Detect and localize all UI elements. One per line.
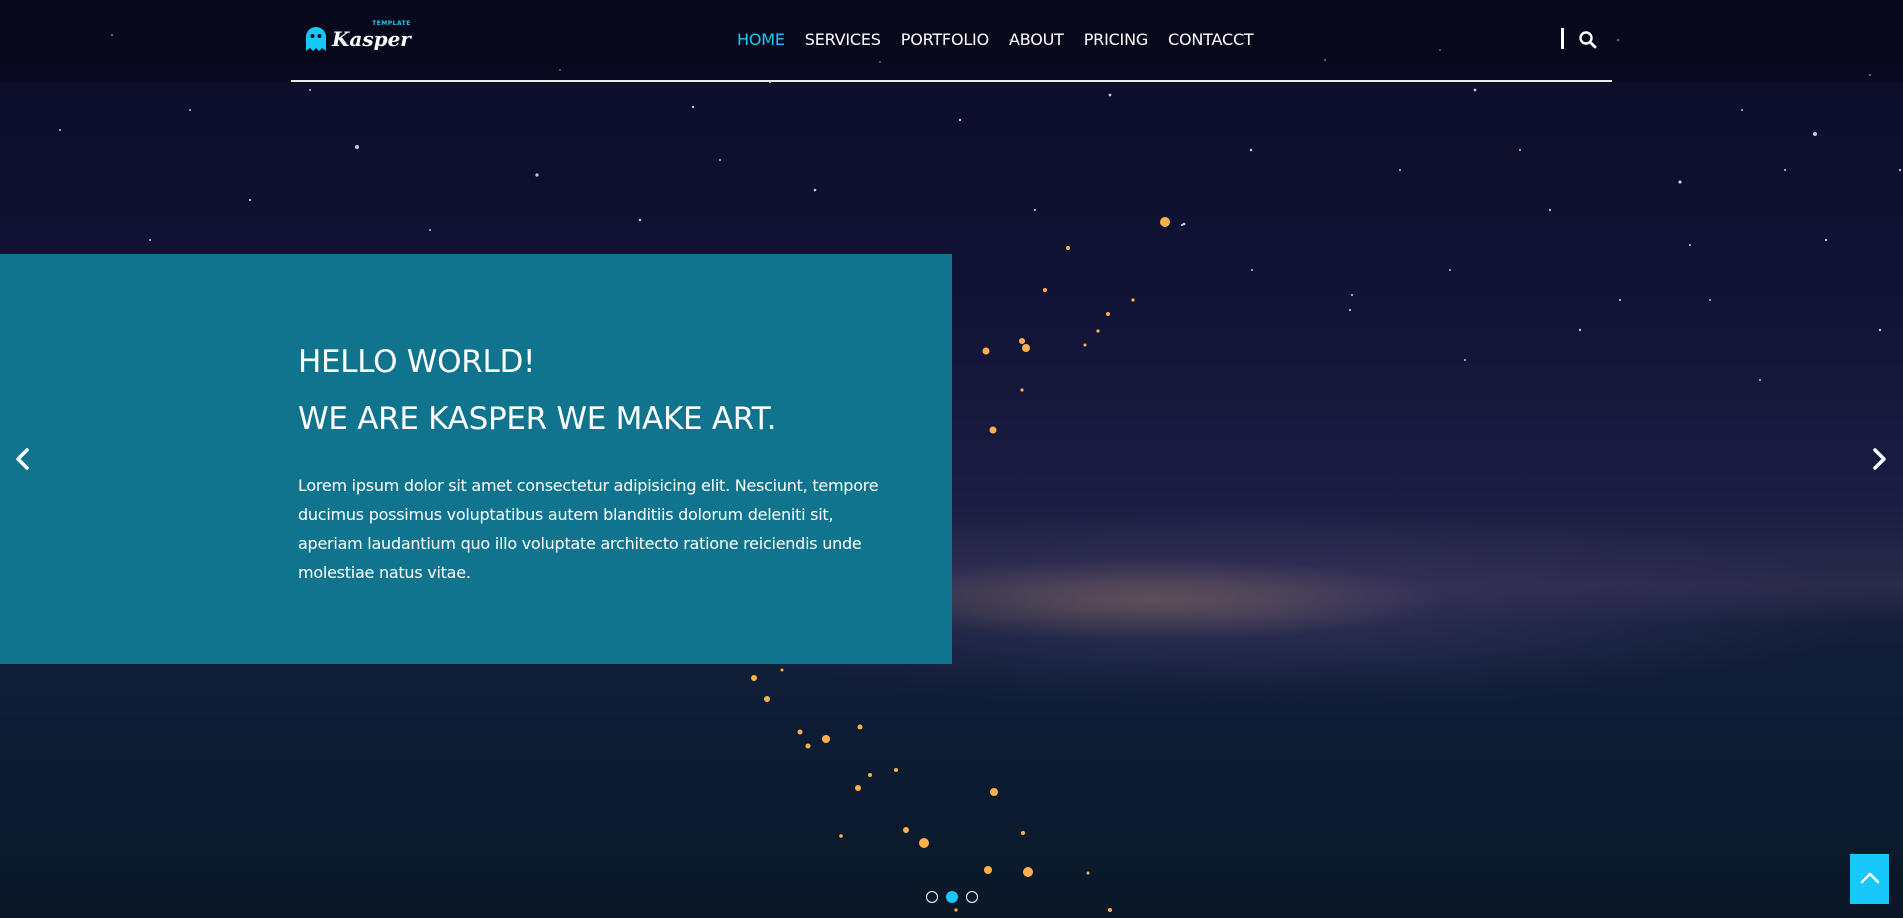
carousel-dot[interactable] [966, 891, 978, 903]
hero-heading-line2: WE ARE KASPER WE MAKE ART. [298, 401, 777, 437]
carousel-dot[interactable] [926, 891, 938, 903]
brand-name: Kasper TEMPLATE [332, 20, 411, 51]
hero-content-box [0, 254, 952, 664]
carousel-indicators [926, 891, 978, 903]
nav-item-pricing[interactable]: PRICING [1084, 30, 1149, 49]
hero-paragraph: Lorem ipsum dolor sit amet consectetur a… [298, 476, 879, 582]
brand-logo[interactable]: Kasper TEMPLATE [304, 20, 411, 56]
nav-item-contact[interactable]: CONTACCT [1168, 30, 1254, 49]
nav-item-home[interactable]: HOME [737, 30, 785, 82]
top-navbar: Kasper TEMPLATE HOME SERVICES PORTFOLIO … [0, 0, 1903, 82]
hero-heading-line1: HELLO WORLD! [298, 344, 536, 380]
nav-divider [1561, 28, 1564, 49]
nav-item-about[interactable]: ABOUT [1009, 30, 1064, 49]
scroll-to-top-button[interactable] [1850, 854, 1889, 904]
chevron-left-icon[interactable] [10, 444, 36, 474]
brand-tagline: TEMPLATE [372, 20, 411, 27]
chevron-up-icon [1859, 870, 1881, 889]
search-icon[interactable] [1578, 30, 1598, 50]
nav-item-portfolio[interactable]: PORTFOLIO [901, 30, 989, 49]
navbar-bottom-border [291, 80, 1612, 82]
main-nav: HOME SERVICES PORTFOLIO ABOUT PRICING CO… [737, 30, 1254, 82]
ghost-logo-icon [304, 25, 328, 53]
chevron-right-icon[interactable] [1866, 444, 1892, 474]
nav-item-services[interactable]: SERVICES [805, 30, 881, 49]
carousel-dot-active[interactable] [946, 891, 958, 903]
brand-name-text: Kasper [332, 27, 411, 51]
